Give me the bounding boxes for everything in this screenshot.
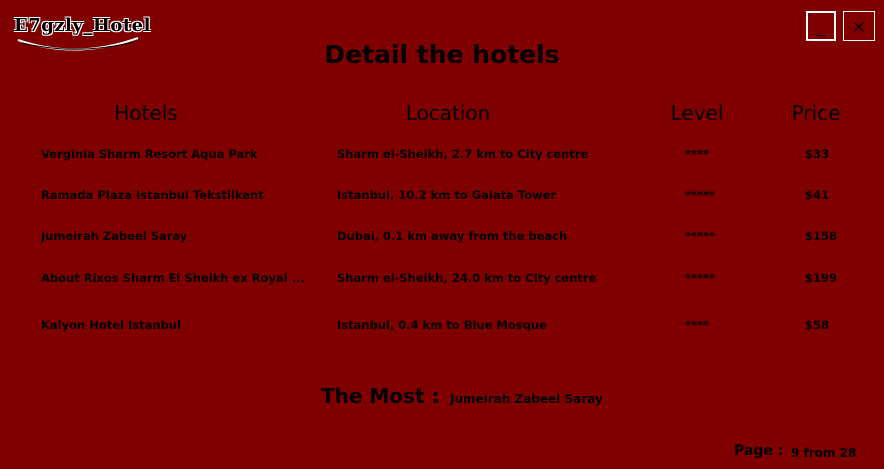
column-header-price: Price [791, 101, 841, 125]
hotel-name: Verginia Sharm Resort Aqua Park [41, 147, 258, 161]
column-header-level: Level [670, 101, 724, 125]
close-button[interactable]: × [843, 11, 875, 41]
page-indicator: 9 from 28 [791, 446, 857, 460]
minimize-icon: _ [817, 16, 825, 36]
hotel-price: $33 [805, 147, 830, 161]
hotel-level: ***** [685, 229, 716, 243]
table-row[interactable]: About Rixos Sharm El Sheikh ex Royal ...… [0, 271, 884, 291]
hotel-name: Ramada Plaza Istanbul Tekstilkent [41, 188, 264, 202]
table-row[interactable]: Ramada Plaza Istanbul Tekstilkent Istanb… [0, 188, 884, 208]
hotel-location: Dubai, 0.1 km away from the beach [337, 229, 568, 243]
table-row[interactable]: Kalyon Hotel Istanbul Istanbul, 0.4 km t… [0, 318, 884, 338]
table-row[interactable]: Jumeirah Zabeel Saray Dubai, 0.1 km away… [0, 229, 884, 249]
hotel-location: Sharm el-Sheikh, 24.0 km to City centre [337, 271, 597, 285]
hotel-name: About Rixos Sharm El Sheikh ex Royal ... [41, 271, 305, 285]
hotel-location: Istanbul, 10.2 km to Galata Tower [337, 188, 557, 202]
hotel-level: ***** [685, 188, 716, 202]
minimize-button[interactable]: _ [806, 11, 836, 41]
hotel-level: **** [685, 318, 710, 332]
column-header-hotels: Hotels [114, 101, 178, 125]
hotel-price: $41 [805, 188, 830, 202]
hotel-location: Sharm el-Sheikh, 2.7 km to City centre [337, 147, 589, 161]
page-title: Detail the hotels [324, 40, 560, 69]
hotel-price: $158 [805, 229, 838, 243]
column-header-location: Location [405, 101, 491, 125]
page-label: Page : [734, 443, 784, 459]
hotel-location: Istanbul, 0.4 km to Blue Mosque [337, 318, 547, 332]
table-row[interactable]: Verginia Sharm Resort Aqua Park Sharm el… [0, 147, 884, 167]
hotel-level: ***** [685, 271, 716, 285]
most-value: Jumeirah Zabeel Saray [450, 392, 603, 406]
most-label: The Most : [321, 384, 440, 408]
hotel-name: Jumeirah Zabeel Saray [41, 229, 188, 243]
close-icon: × [852, 16, 866, 36]
hotel-price: $58 [805, 318, 830, 332]
hotel-name: Kalyon Hotel Istanbul [41, 318, 181, 332]
logo-text: E7gzly_Hotel [14, 15, 151, 36]
hotel-price: $199 [805, 271, 838, 285]
hotel-level: **** [685, 147, 710, 161]
